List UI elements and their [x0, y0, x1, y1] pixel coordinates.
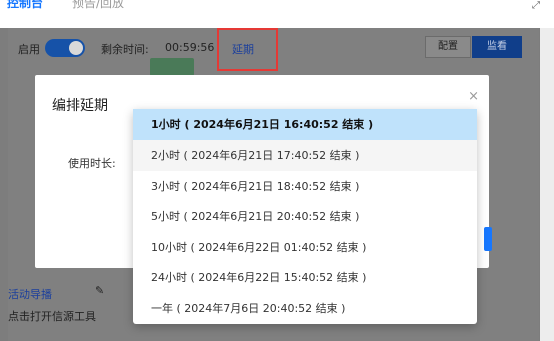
- dropdown-option[interactable]: 10小时 ( 2024年6月22日 01:40:52 结束 ): [133, 232, 477, 263]
- enable-toggle[interactable]: [45, 39, 85, 57]
- duration-dropdown[interactable]: 1小时 ( 2024年6月21日 16:40:52 结束 ) 2小时 ( 202…: [133, 109, 477, 324]
- confirm-button[interactable]: [484, 227, 492, 251]
- modal-title: 编排延期: [52, 98, 108, 114]
- monitor-button[interactable]: 监看: [472, 36, 522, 58]
- highlight-box: [217, 28, 278, 71]
- dropdown-option[interactable]: 5小时 ( 2024年6月21日 20:40:52 结束 ): [133, 201, 477, 232]
- tab-preview-replay[interactable]: 预告/回放: [72, 0, 124, 12]
- open-source-tool-text[interactable]: 点击打开信源工具: [8, 308, 96, 324]
- scrollbar-strip: [540, 28, 554, 341]
- expand-icon[interactable]: ⤢: [532, 1, 540, 11]
- config-button[interactable]: 配置: [425, 36, 471, 58]
- dropdown-option[interactable]: 一年 ( 2024年7月6日 20:40:52 结束 ): [133, 293, 477, 324]
- edit-icon[interactable]: ✎: [95, 284, 104, 297]
- dropdown-option[interactable]: 1小时 ( 2024年6月21日 16:40:52 结束 ): [133, 109, 477, 140]
- live-guide-link[interactable]: 活动导播: [8, 286, 52, 302]
- duration-label: 使用时长:: [68, 157, 116, 170]
- dropdown-option[interactable]: 3小时 ( 2024年6月21日 18:40:52 结束 ): [133, 171, 477, 202]
- preview-thumbnail: [150, 58, 194, 76]
- enable-label: 启用: [18, 43, 40, 56]
- dropdown-option[interactable]: 24小时 ( 2024年6月22日 15:40:52 结束 ): [133, 262, 477, 293]
- dropdown-option[interactable]: 2小时 ( 2024年6月21日 17:40:52 结束 ): [133, 140, 477, 171]
- tab-console[interactable]: 控制台: [7, 0, 43, 12]
- top-tab-bar: 控制台 预告/回放 ⤢: [0, 0, 554, 18]
- remaining-time-value: 00:59:56: [165, 41, 215, 54]
- close-icon[interactable]: ×: [468, 89, 479, 104]
- remaining-time-label: 剩余时间:: [101, 43, 149, 56]
- toggle-knob: [69, 41, 83, 55]
